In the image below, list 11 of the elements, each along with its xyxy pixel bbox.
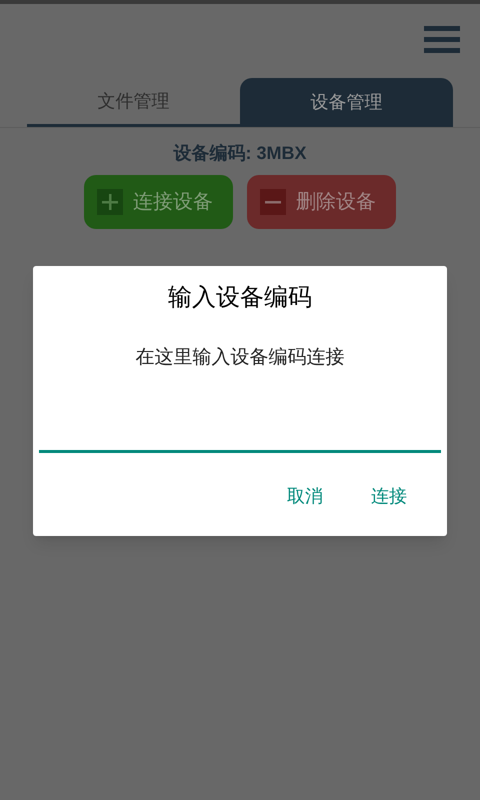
menu-icon[interactable] [424, 26, 460, 54]
dialog-button[interactable]: 取消 [287, 482, 323, 510]
minus-icon [260, 189, 286, 215]
device-code: 设备编码: 3MBX [172, 142, 308, 165]
connect-device-button[interactable]: 连接设备 [84, 175, 233, 229]
dialog-button[interactable]: 连接 [371, 482, 407, 510]
dialog-message: 在这里输入设备编码连接 [134, 346, 346, 370]
delete-device-button[interactable]: 删除设备 [247, 175, 396, 229]
tab[interactable]: 设备管理 [240, 78, 453, 127]
plus-icon [97, 189, 123, 215]
dialog-title: 输入设备编码 [167, 283, 313, 313]
